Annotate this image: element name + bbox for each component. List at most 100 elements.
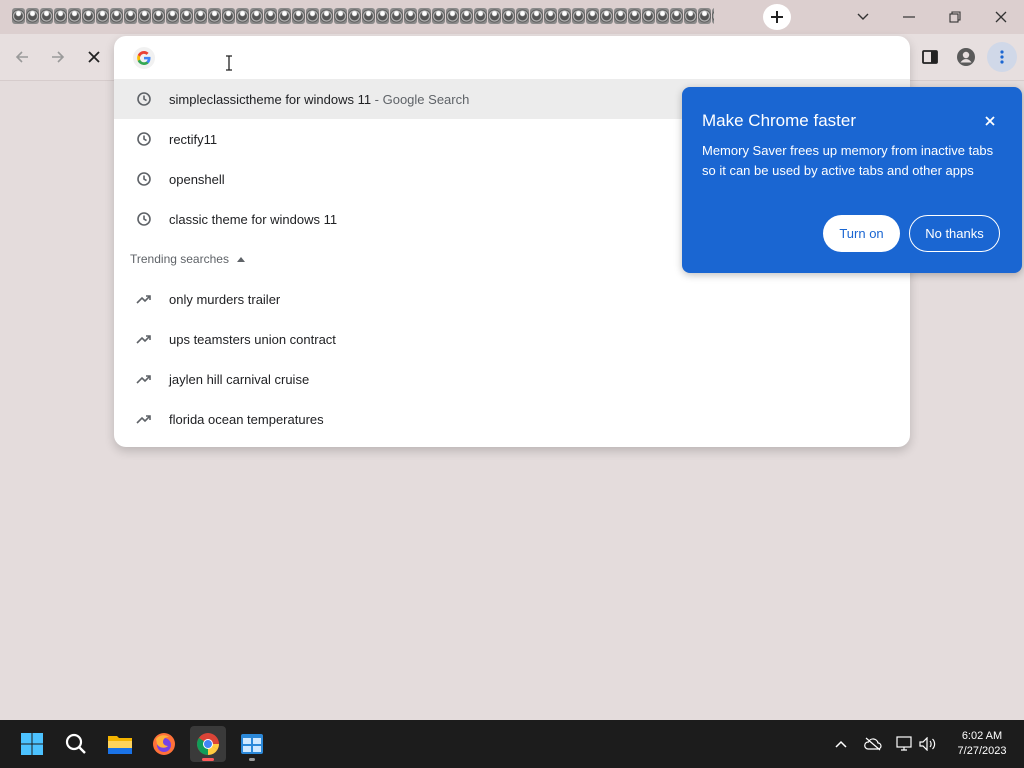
tab-favicon[interactable] (320, 8, 333, 24)
suggestion-text: classic theme for windows 11 (169, 211, 338, 227)
tab-favicon[interactable] (390, 8, 403, 24)
tab-favicon[interactable] (138, 8, 151, 24)
tab-favicon[interactable] (544, 8, 557, 24)
chrome-taskbar-button[interactable] (190, 726, 226, 762)
tab-favicon[interactable] (712, 8, 714, 24)
tab-favicon[interactable] (656, 8, 669, 24)
trending-row[interactable]: florida ocean temperatures (114, 399, 910, 439)
bubble-body: Memory Saver frees up memory from inacti… (702, 143, 994, 178)
volume-icon (919, 737, 936, 751)
system-clock[interactable]: 6:02 AM 7/27/2023 (948, 729, 1016, 759)
tab-favicon[interactable] (516, 8, 529, 24)
tab-favicon[interactable] (306, 8, 319, 24)
close-window-button[interactable] (978, 3, 1024, 31)
suggestion-text: simpleclassictheme for windows 11 - Goog… (169, 91, 470, 107)
firefox-icon (153, 733, 175, 755)
tab-strip (0, 0, 1024, 34)
tab-favicon[interactable] (670, 8, 683, 24)
tab-favicon[interactable] (152, 8, 165, 24)
tab-favicon[interactable] (628, 8, 641, 24)
file-explorer-icon (108, 736, 132, 754)
tab-favicon[interactable] (404, 8, 417, 24)
tab-favicon[interactable] (278, 8, 291, 24)
trending-label: Trending searches (130, 252, 229, 266)
tab-favicon[interactable] (684, 8, 697, 24)
tab-favicon[interactable] (180, 8, 193, 24)
tab-favicon[interactable] (208, 8, 221, 24)
tab-favicon[interactable] (124, 8, 137, 24)
trending-row[interactable]: ups teamsters union contract (114, 319, 910, 359)
app-taskbar-button[interactable] (234, 726, 270, 762)
onedrive-tray-button[interactable] (863, 734, 883, 754)
tab-favicon[interactable] (376, 8, 389, 24)
tab-favicon[interactable] (642, 8, 655, 24)
tab-favicon[interactable] (432, 8, 445, 24)
trending-row[interactable]: jaylen hill carnival cruise (114, 359, 910, 399)
tab-search-button[interactable] (840, 3, 886, 31)
tab-favicon[interactable] (250, 8, 263, 24)
taskbar: 6:02 AM 7/27/2023 (0, 720, 1024, 768)
search-button[interactable] (58, 726, 94, 762)
tab-favicon[interactable] (68, 8, 81, 24)
tab-favicon[interactable] (558, 8, 571, 24)
tab-favicon[interactable] (600, 8, 613, 24)
restore-button[interactable] (932, 3, 978, 31)
close-icon (985, 116, 995, 126)
tab-favicon[interactable] (334, 8, 347, 24)
tab-favicon[interactable] (96, 8, 109, 24)
tab-favicon[interactable] (292, 8, 305, 24)
back-arrow-icon (15, 51, 28, 63)
trending-icon (136, 295, 151, 304)
omnibox-input[interactable] (114, 36, 910, 79)
profile-button[interactable] (951, 42, 981, 72)
tab-favicon[interactable] (222, 8, 235, 24)
tab-favicon[interactable] (82, 8, 95, 24)
tab-favicon[interactable] (502, 8, 515, 24)
tab-favicon[interactable] (264, 8, 277, 24)
trending-header[interactable]: Trending searches (130, 252, 245, 266)
chevron-up-icon (835, 740, 847, 748)
tab-favicon[interactable] (348, 8, 361, 24)
file-explorer-button[interactable] (102, 726, 138, 762)
tab-favicon[interactable] (460, 8, 473, 24)
chrome-menu-button[interactable] (987, 42, 1017, 72)
tab-favicon[interactable] (446, 8, 459, 24)
trending-row[interactable]: only murders trailer (114, 279, 910, 319)
history-icon (137, 212, 151, 226)
tab-favicon[interactable] (110, 8, 123, 24)
tab-favicon[interactable] (40, 8, 53, 24)
tab-favicon[interactable] (488, 8, 501, 24)
no-thanks-button[interactable]: No thanks (909, 215, 1000, 252)
network-tray-button[interactable] (895, 734, 915, 754)
tab-list (12, 8, 714, 26)
forward-button[interactable] (43, 42, 73, 72)
side-panel-button[interactable] (915, 42, 945, 72)
tab-favicon[interactable] (194, 8, 207, 24)
stop-button[interactable] (79, 42, 109, 72)
volume-tray-button[interactable] (918, 734, 938, 754)
google-logo-icon (133, 47, 155, 69)
tab-favicon[interactable] (12, 8, 25, 24)
tab-favicon[interactable] (26, 8, 39, 24)
tab-favicon[interactable] (54, 8, 67, 24)
show-hidden-icons-button[interactable] (831, 734, 851, 754)
kebab-menu-icon (1000, 50, 1004, 64)
tab-favicon[interactable] (698, 8, 711, 24)
tab-favicon[interactable] (236, 8, 249, 24)
start-button[interactable] (14, 726, 50, 762)
firefox-button[interactable] (146, 726, 182, 762)
new-tab-button[interactable] (763, 4, 791, 30)
tab-favicon[interactable] (166, 8, 179, 24)
back-button[interactable] (7, 42, 37, 72)
minimize-button[interactable] (886, 3, 932, 31)
tab-favicon[interactable] (572, 8, 585, 24)
tab-favicon[interactable] (474, 8, 487, 24)
tab-favicon[interactable] (418, 8, 431, 24)
tab-favicon[interactable] (614, 8, 627, 24)
bubble-title: Make Chrome faster (702, 111, 856, 130)
tab-favicon[interactable] (530, 8, 543, 24)
bubble-close-button[interactable] (980, 111, 1000, 131)
tab-favicon[interactable] (362, 8, 375, 24)
turn-on-button[interactable]: Turn on (823, 215, 900, 252)
tab-favicon[interactable] (586, 8, 599, 24)
